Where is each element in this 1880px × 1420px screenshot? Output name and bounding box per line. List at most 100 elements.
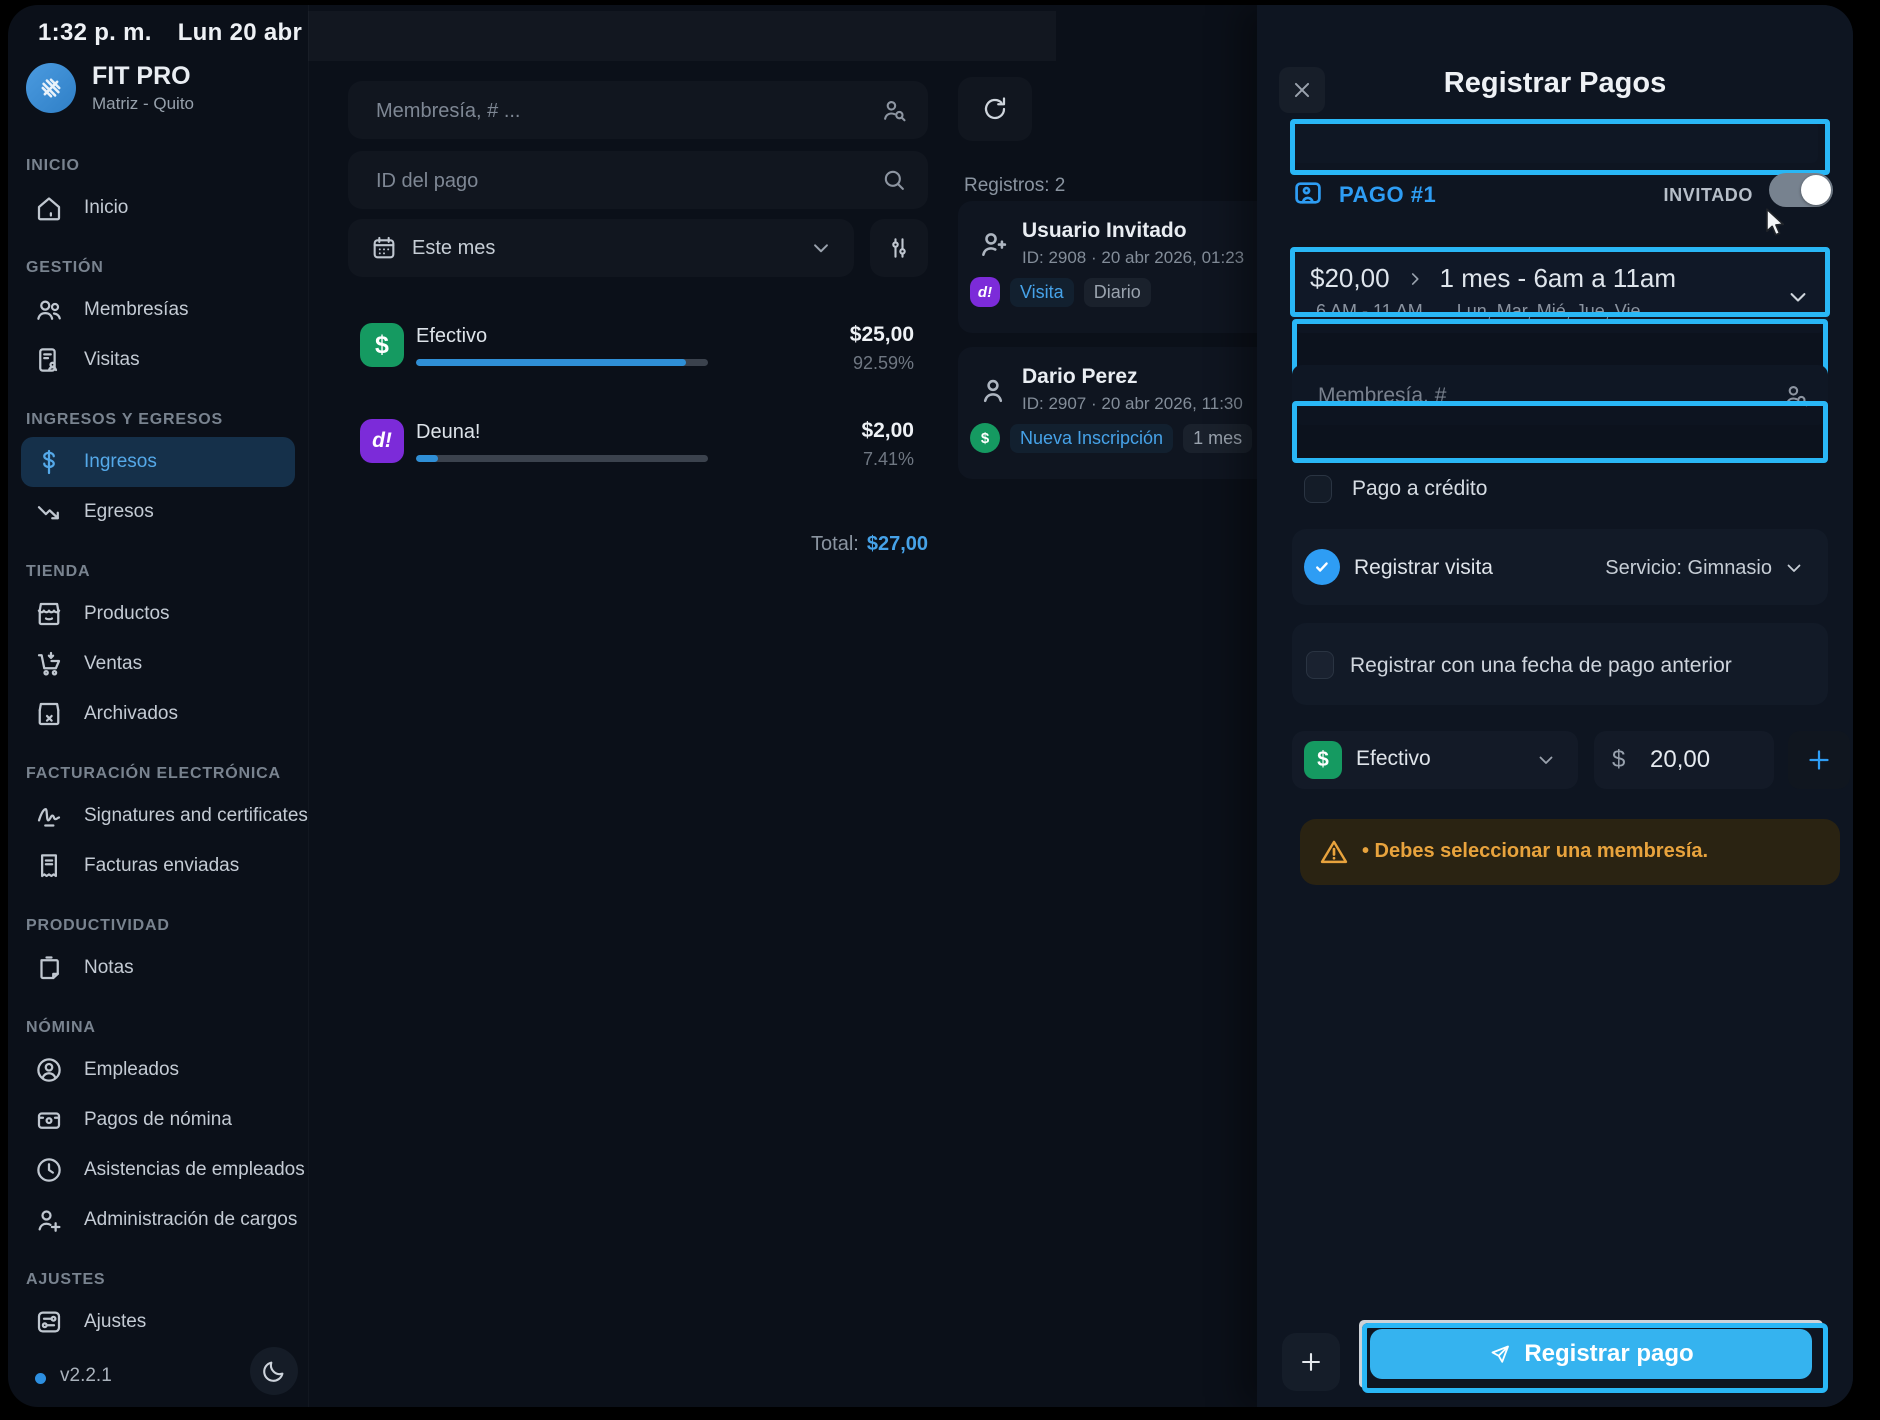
sidebar-item-ingresos[interactable]: Ingresos: [21, 437, 295, 487]
app-version: v2.2.1: [60, 1365, 112, 1386]
record-type-tag: Visita: [1010, 277, 1074, 307]
sidebar-item-signatures-and-certificates[interactable]: Signatures and certificates: [21, 791, 308, 841]
backdate-checkbox[interactable]: [1306, 651, 1334, 679]
total-label: Total:: [811, 533, 859, 555]
sidebar-item-administracion-de-cargos[interactable]: Administración de cargos: [21, 1195, 298, 1245]
version-status-dot: [35, 1373, 46, 1384]
income-method-row: d! Deuna! $2,00 7.41%: [348, 409, 928, 481]
sidebar-section-label: AJUSTES: [26, 1271, 106, 1288]
credit-label: Pago a crédito: [1352, 477, 1488, 500]
record-type-tag: Nueva Inscripción: [1010, 423, 1174, 453]
record-plan-tag: 1 mes: [1183, 423, 1253, 453]
sidebar-item-archivados[interactable]: Archivados: [21, 689, 295, 739]
filter-button[interactable]: [870, 219, 928, 277]
period-select[interactable]: Este mes: [348, 219, 854, 277]
sidebar-item-label: Ventas: [84, 653, 143, 674]
amount-field[interactable]: $ 20,00: [1594, 731, 1774, 789]
plus-icon: [1297, 1348, 1325, 1376]
payment-method-select[interactable]: $ Efectivo: [1292, 731, 1578, 789]
sidebar-item-pagos-de-nomina[interactable]: Pagos de nómina: [21, 1095, 295, 1145]
dark-mode-button[interactable]: [250, 1347, 298, 1395]
cash-badge: $: [970, 423, 1000, 453]
visit-checkbox-checked[interactable]: [1304, 549, 1340, 585]
sidebar-item-label: Pagos de nómina: [84, 1109, 232, 1130]
register-payment-button[interactable]: Registrar pago: [1370, 1329, 1812, 1379]
sidebar-item-ajustes[interactable]: Ajustes: [21, 1297, 295, 1347]
guest-toggle[interactable]: [1769, 173, 1833, 207]
sidebar-item-label: Productos: [84, 603, 170, 624]
method-percent: 7.41%: [862, 449, 914, 469]
sidebar-item-egresos[interactable]: Egresos: [21, 487, 295, 537]
guest-name-field[interactable]: [1292, 121, 1818, 163]
brand-name: FIT PRO: [92, 62, 191, 90]
close-icon: [1289, 77, 1315, 103]
sidebar-item-membresias[interactable]: Membresías: [21, 285, 295, 335]
top-band: [308, 11, 1056, 61]
payment-id-field: [348, 151, 928, 211]
person-search-icon[interactable]: [1782, 381, 1810, 409]
method-progress-bar: [416, 455, 708, 462]
total-value: $27,00: [866, 533, 928, 555]
payment-id-input[interactable]: [374, 151, 858, 211]
sidebar-section-label: FACTURACIÓN ELECTRÓNICA: [26, 765, 281, 782]
refresh-icon: [980, 94, 1010, 124]
chevron-down-icon: [808, 235, 834, 261]
sidebar-item-label: Facturas enviadas: [84, 855, 240, 876]
sidebar-item-label: Inicio: [84, 197, 129, 218]
add-payment-method-button[interactable]: [1788, 731, 1850, 789]
credit-payment-row[interactable]: Pago a crédito: [1304, 475, 1487, 503]
record-card[interactable]: Dario Perez ID: 2907 · 20 abr 2026, 11:3…: [958, 347, 1276, 479]
sidebar-item-visitas[interactable]: Visitas: [21, 335, 295, 385]
plan-select[interactable]: $20,00 1 mes - 6am a 11am 6 AM - 11 AM L…: [1292, 251, 1828, 333]
person-search-icon[interactable]: [880, 96, 908, 124]
membership-search-input[interactable]: [374, 81, 858, 141]
sidebar-item-label: Empleados: [84, 1059, 180, 1080]
users-icon: [34, 295, 64, 325]
cart-icon: [34, 649, 64, 679]
sidebar-item-label: Signatures and certificates: [84, 805, 308, 826]
membership-search-field: [348, 81, 928, 141]
register-visit-row: Registrar visita Servicio: Gimnasio: [1292, 529, 1828, 605]
sidebar-item-label: Administración de cargos: [84, 1209, 298, 1230]
warning-banner: • Debes seleccionar una membresía.: [1300, 819, 1840, 885]
credit-checkbox[interactable]: [1304, 475, 1332, 503]
person-icon: [976, 373, 1010, 407]
sidebar-section-label: TIENDA: [26, 563, 91, 580]
warning-icon: [1318, 836, 1350, 868]
add-payment-button[interactable]: [1282, 1333, 1340, 1391]
record-name: Dario Perez: [1022, 365, 1138, 388]
sidebar-item-ventas[interactable]: Ventas: [21, 639, 295, 689]
sidebar-section-label: NÓMINA: [26, 1019, 96, 1036]
chevron-right-icon: [1404, 268, 1426, 290]
refresh-button[interactable]: [958, 77, 1032, 141]
amount-value: 20,00: [1650, 746, 1711, 773]
search-icon[interactable]: [880, 166, 908, 194]
sidebar-nav: INICIO Inicio GESTIÓN Membresías Visitas INGR…: [8, 131, 308, 1347]
chevron-down-icon: [1784, 283, 1812, 311]
visit-label: Registrar visita: [1354, 556, 1493, 579]
deuna-method-icon: d!: [360, 419, 404, 463]
visits-icon: [34, 345, 64, 375]
plan-schedule: 6 AM - 11 AM: [1316, 301, 1423, 321]
sidebar-item-productos[interactable]: Productos: [21, 589, 295, 639]
sidebar-section-label: GESTIÓN: [26, 259, 104, 276]
sidebar-item-notas[interactable]: Notas: [21, 943, 295, 993]
sidebar-item-facturas-enviadas[interactable]: Facturas enviadas: [21, 841, 295, 891]
mouse-cursor: [1757, 205, 1791, 239]
sidebar-item-asistencias-de-empleados[interactable]: Asistencias de empleados: [21, 1145, 305, 1195]
record-card[interactable]: Usuario Invitado ID: 2908 · 20 abr 2026,…: [958, 201, 1276, 333]
deuna-badge: d!: [970, 277, 1000, 307]
payment-number-label: PAGO #1: [1339, 182, 1437, 207]
sidebar-item-label: Ajustes: [84, 1311, 147, 1332]
membership-input[interactable]: [1316, 365, 1760, 427]
sidebar-item-inicio[interactable]: Inicio: [21, 183, 295, 233]
guest-label: INVITADO: [1663, 185, 1753, 205]
register-payments-modal: Registrar Pagos PAGO #1 INVITADO $20,00 …: [1257, 5, 1853, 1407]
record-name: Usuario Invitado: [1022, 219, 1187, 242]
record-tags: d! Visita Diario: [970, 277, 1151, 307]
sidebar-item-empleados[interactable]: Empleados: [21, 1045, 295, 1095]
service-select[interactable]: Servicio: Gimnasio: [1605, 556, 1806, 580]
clock-icon: [34, 1155, 64, 1185]
app-window: 1:32 p. m.Lun 20 abr 100% FIT PRO Matriz…: [8, 5, 1853, 1407]
brand: FIT PRO Matriz - Quito: [26, 62, 194, 114]
